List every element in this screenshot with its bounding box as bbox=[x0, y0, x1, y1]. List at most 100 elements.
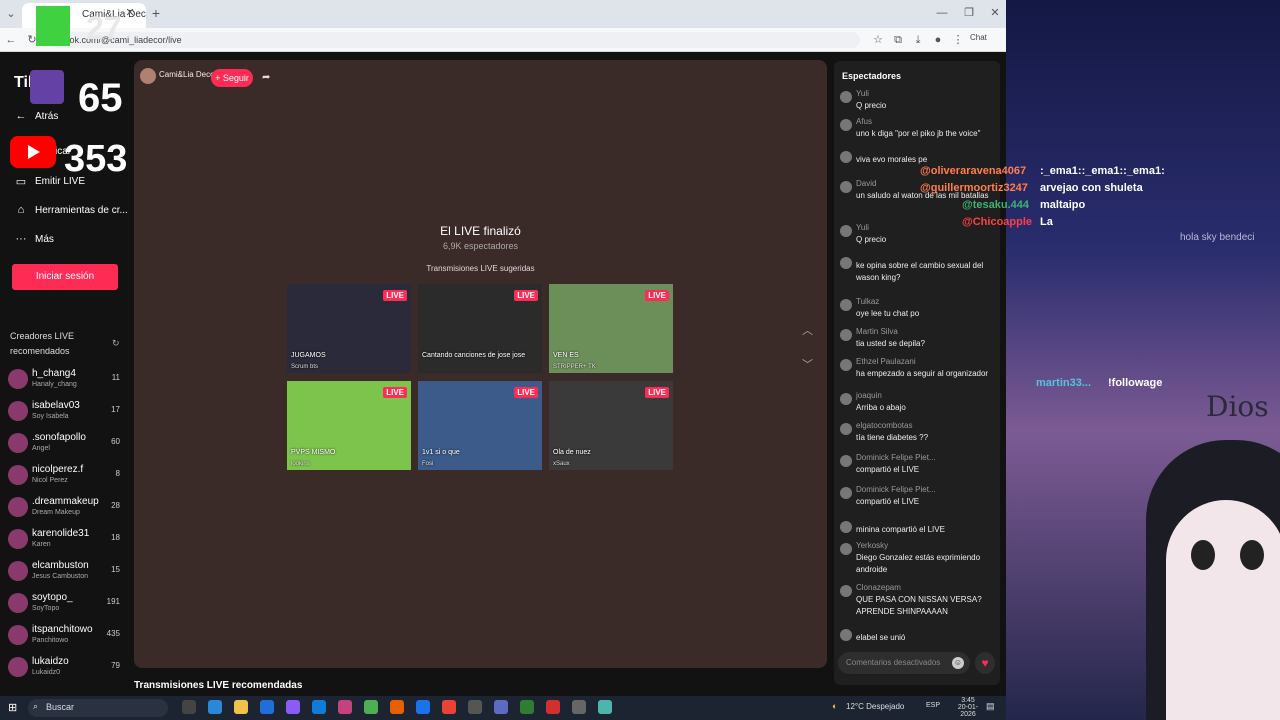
avatar[interactable] bbox=[840, 299, 852, 311]
avatar[interactable] bbox=[840, 455, 852, 467]
nav-item-herramientas[interactable]: ⌂ Herramientas de cr... bbox=[0, 202, 134, 222]
creator-name: .sonofapollo bbox=[32, 432, 86, 443]
extensions-icon[interactable]: ⧉ bbox=[890, 32, 906, 48]
taskbar-app-icon[interactable] bbox=[338, 700, 352, 714]
avatar[interactable] bbox=[840, 119, 852, 131]
avatar[interactable] bbox=[840, 91, 852, 103]
close-window-icon[interactable]: ✕ bbox=[987, 5, 1003, 21]
taskbar-app-icon[interactable] bbox=[390, 700, 404, 714]
taskbar-app-icon[interactable] bbox=[546, 700, 560, 714]
star-icon[interactable]: ☆ bbox=[870, 32, 886, 48]
creator-item[interactable]: nicolperez.f Nicol Perez 8 bbox=[8, 462, 128, 492]
creator-item[interactable]: .dreammakeup Dream Makeup 28 bbox=[8, 494, 128, 524]
taskbar-app-icon[interactable] bbox=[468, 700, 482, 714]
avatar[interactable] bbox=[840, 393, 852, 405]
creator-item[interactable]: karenolide31 Karen 18 bbox=[8, 526, 128, 556]
heart-icon[interactable]: ♥ bbox=[975, 652, 995, 674]
maximize-icon[interactable]: ❐ bbox=[961, 5, 977, 21]
new-tab-icon[interactable]: + bbox=[148, 5, 164, 21]
chat-username[interactable]: Afus bbox=[856, 117, 872, 126]
clock[interactable]: 3:45 20-01-2026 bbox=[952, 697, 984, 718]
chat-username[interactable]: Clonazepam bbox=[856, 583, 901, 592]
language-indicator[interactable]: ESP bbox=[926, 702, 940, 709]
avatar[interactable] bbox=[840, 585, 852, 597]
close-tab-icon[interactable]: ✕ bbox=[122, 5, 138, 21]
taskbar-app-icon[interactable] bbox=[520, 700, 534, 714]
host-name[interactable]: Cami&Lia Decor bbox=[159, 70, 217, 79]
taskbar-app-icon[interactable] bbox=[260, 700, 274, 714]
menu-icon[interactable]: ⋮ bbox=[950, 32, 966, 48]
avatar[interactable] bbox=[840, 225, 852, 237]
follow-button[interactable]: + Seguir bbox=[211, 69, 253, 87]
chat-username[interactable]: Martin Silva bbox=[856, 327, 898, 336]
taskbar-app-icon[interactable] bbox=[494, 700, 508, 714]
emoji-icon[interactable]: ☺ bbox=[952, 657, 964, 669]
taskbar-app-icon[interactable] bbox=[312, 700, 326, 714]
download-icon[interactable]: ⤓ bbox=[910, 32, 926, 48]
comment-input[interactable]: Comentarios desactivados bbox=[838, 652, 970, 674]
nav-item-mas[interactable]: ··· Más bbox=[0, 231, 134, 251]
avatar[interactable] bbox=[840, 181, 852, 193]
avatar[interactable] bbox=[840, 329, 852, 341]
chat-username[interactable]: Yerkosky bbox=[856, 541, 888, 550]
chevron-up-icon[interactable]: ︿ bbox=[802, 322, 813, 338]
chat-username[interactable]: Tulkaz bbox=[856, 297, 879, 306]
taskbar-search[interactable]: ⌕ Buscar bbox=[28, 699, 168, 717]
suggested-live-thumbnail[interactable]: LIVE Cantando canciones de jose jose bbox=[418, 284, 542, 373]
taskbar-app-icon[interactable] bbox=[364, 700, 378, 714]
creator-item[interactable]: isabelav03 Soy Isabela 17 bbox=[8, 398, 128, 428]
login-button[interactable]: Iniciar sesión bbox=[12, 264, 118, 290]
chat-button[interactable]: Chat bbox=[970, 33, 987, 42]
avatar[interactable] bbox=[840, 257, 852, 269]
url-field[interactable]: tiktok.com/@cami_liadecor/live bbox=[50, 32, 860, 48]
creator-item[interactable]: elcambuston Jesus Cambuston 15 bbox=[8, 558, 128, 588]
taskbar-app-icon[interactable] bbox=[442, 700, 456, 714]
chat-username[interactable]: elgatocombotas bbox=[856, 421, 912, 430]
chat-username[interactable]: David bbox=[856, 179, 876, 188]
creator-item[interactable]: soytopo_ SoyTopo 191 bbox=[8, 590, 128, 620]
chat-username[interactable]: Yuli bbox=[856, 89, 869, 98]
avatar[interactable] bbox=[840, 359, 852, 371]
suggested-live-thumbnail[interactable]: LIVE PVPS MISMO lookins bbox=[287, 381, 411, 470]
taskbar-app-icon[interactable] bbox=[416, 700, 430, 714]
taskbar-app-icon[interactable] bbox=[182, 700, 196, 714]
taskbar-app-icon[interactable] bbox=[234, 700, 248, 714]
chevron-down-icon[interactable]: ﹀ bbox=[802, 356, 813, 372]
notification-icon[interactable]: ▤ bbox=[986, 701, 995, 712]
windows-start-icon[interactable]: ⊞ bbox=[8, 701, 20, 714]
avatar bbox=[8, 529, 28, 549]
creator-item[interactable]: itspanchitowo Panchitowo 435 bbox=[8, 622, 128, 652]
chat-username[interactable]: joaquin bbox=[856, 391, 882, 400]
avatar[interactable] bbox=[840, 151, 852, 163]
taskbar-app-icon[interactable] bbox=[572, 700, 586, 714]
avatar[interactable] bbox=[840, 543, 852, 555]
refresh-icon[interactable]: ↻ bbox=[112, 338, 120, 349]
host-avatar[interactable] bbox=[140, 68, 156, 84]
chat-username[interactable]: Ethzel Paulazani bbox=[856, 357, 916, 366]
avatar[interactable] bbox=[840, 629, 852, 641]
tab-list-icon[interactable]: ⌄ bbox=[3, 6, 19, 22]
suggested-live-thumbnail[interactable]: LIVE VEN ES STRIPPER+ TK bbox=[549, 284, 673, 373]
avatar[interactable] bbox=[840, 487, 852, 499]
avatar[interactable] bbox=[840, 521, 852, 533]
share-icon[interactable]: ➦ bbox=[262, 72, 270, 83]
taskbar-app-icon[interactable] bbox=[598, 700, 612, 714]
suggested-live-thumbnail[interactable]: LIVE Ola de nuez xSaux bbox=[549, 381, 673, 470]
creator-item[interactable]: lukaidzo Lukaidz0 79 bbox=[8, 654, 128, 684]
chat-username[interactable]: Yuli bbox=[856, 223, 869, 232]
minimize-icon[interactable]: — bbox=[934, 5, 950, 21]
taskbar-app-icon[interactable] bbox=[286, 700, 300, 714]
creator-item[interactable]: h_chang4 Hanaly_chang 11 bbox=[8, 366, 128, 396]
back-icon[interactable]: ← bbox=[3, 32, 19, 48]
chat-username[interactable]: Dominick Felipe Piet... bbox=[856, 453, 936, 462]
creator-item[interactable]: .sonofapollo Angel 60 bbox=[8, 430, 128, 460]
taskbar-app-icon[interactable] bbox=[208, 700, 222, 714]
weather-text[interactable]: 12°C Despejado bbox=[846, 702, 904, 711]
tab-bar: ⌄ Cami&Lia Decor (@cami_liadecor) ✕ + — … bbox=[0, 0, 1006, 28]
profile-icon[interactable]: ● bbox=[930, 32, 946, 48]
avatar[interactable] bbox=[840, 423, 852, 435]
chat-username[interactable]: Dominick Felipe Piet... bbox=[856, 485, 936, 494]
suggested-live-thumbnail[interactable]: LIVE 1v1 si o que Fosi bbox=[418, 381, 542, 470]
suggested-live-thumbnail[interactable]: LIVE JUGAMOS Scrum bts bbox=[287, 284, 411, 373]
chat-text: compartió el LIVE bbox=[856, 497, 920, 506]
